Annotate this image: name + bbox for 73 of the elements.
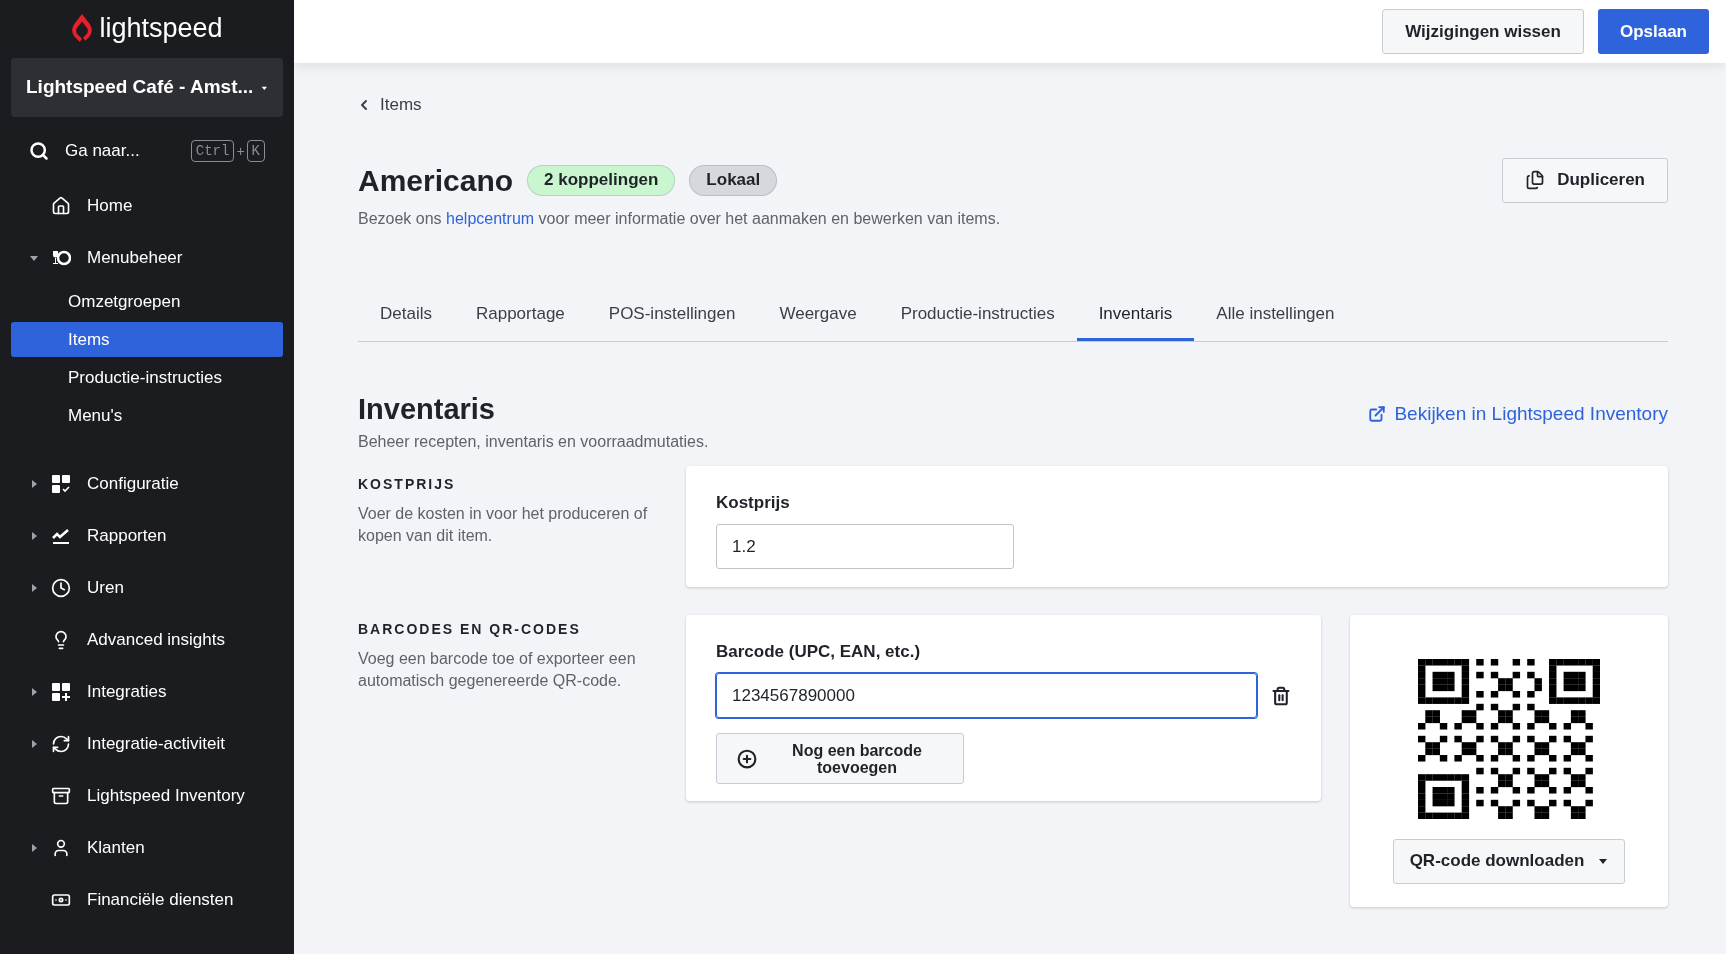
- section-title: Inventaris: [358, 391, 496, 426]
- field-label: Kostprijs: [716, 491, 791, 514]
- nav-item[interactable]: Configuratie: [11, 458, 283, 510]
- tab[interactable]: POS-instellingen: [586, 290, 758, 341]
- nav-subitem[interactable]: Productie-instructies: [11, 360, 283, 395]
- sync-icon: [51, 734, 71, 754]
- caret-icon: [29, 531, 39, 541]
- nav-item[interactable]: Rapporten: [11, 510, 283, 562]
- page-title: Americano: [358, 162, 514, 199]
- chart-line-icon: [51, 526, 71, 546]
- nav-subitem[interactable]: Menu's: [11, 398, 283, 433]
- search-icon: [29, 141, 49, 161]
- section-heading: KOSTPRIJS: [358, 474, 457, 494]
- external-link-icon: [1368, 404, 1387, 423]
- flame-logo-icon: [71, 13, 94, 43]
- plate-glass-icon: [51, 248, 71, 268]
- nav-item[interactable]: Integratie-activiteit: [11, 718, 283, 770]
- nav-item[interactable]: Advanced insights: [11, 614, 283, 666]
- help-center-link[interactable]: helpcentrum: [446, 209, 535, 227]
- qr-download-button[interactable]: QR-code downloaden: [1392, 838, 1626, 884]
- section-description: Voeg een barcode toe of exporteer een automatisch gegenereerde QR-code.: [358, 648, 637, 691]
- nav-subitem[interactable]: Omzetgroepen: [11, 284, 283, 319]
- nav-item[interactable]: Integraties: [11, 666, 283, 718]
- caret-icon: [1598, 856, 1609, 866]
- plus-circle-icon: [737, 748, 757, 769]
- tab[interactable]: Weergave: [757, 290, 879, 341]
- back-link[interactable]: Items: [356, 92, 1668, 118]
- brand-name: lightspeed: [99, 14, 223, 42]
- tab[interactable]: Rapportage: [453, 290, 587, 341]
- caret-icon: [29, 253, 39, 263]
- tab[interactable]: Details: [358, 290, 454, 341]
- nav-item[interactable]: Financiële diensten: [11, 874, 283, 926]
- copy-icon: [1525, 170, 1546, 190]
- home-icon: [51, 196, 71, 216]
- shortcut-key: Ctrl: [190, 140, 235, 162]
- tab[interactable]: Alle instellingen: [1194, 290, 1357, 341]
- caret-icon: [29, 739, 39, 749]
- caret-icon: [29, 479, 39, 489]
- archive-icon: [51, 786, 71, 806]
- nav-item[interactable]: Uren: [11, 562, 283, 614]
- search-label[interactable]: Ga naar...: [65, 138, 140, 164]
- nav-subitem[interactable]: Items: [11, 322, 283, 357]
- nav-item[interactable]: Menubeheer: [11, 232, 283, 284]
- grid-check-icon: [51, 474, 71, 494]
- nav-item[interactable]: Home: [11, 180, 283, 232]
- add-barcode-button[interactable]: Nog een barcode toevoegen: [716, 733, 964, 784]
- nav-item[interactable]: Klanten: [11, 822, 283, 874]
- delete-icon[interactable]: [1271, 685, 1291, 706]
- help-text: Bezoek ons helpcentrum voor meer informatie over het aanmaken en bewerken van items.: [358, 208, 1002, 229]
- grid-plus-icon: [51, 682, 71, 702]
- save-button[interactable]: Opslaan: [1597, 9, 1709, 54]
- tab[interactable]: Productie-instructies: [878, 290, 1077, 341]
- caret-icon: [29, 583, 39, 593]
- caret-icon: [29, 843, 39, 853]
- plus-sign: +: [236, 141, 245, 161]
- section-description: Voer de kosten in voor het produceren of kopen van dit item.: [358, 503, 649, 546]
- nav-item[interactable]: Lightspeed Inventory: [11, 770, 283, 822]
- barcode-input[interactable]: 1234567890000: [716, 673, 1258, 718]
- external-inventory-link[interactable]: Bekijken in Lightspeed Inventory: [1368, 399, 1668, 428]
- discard-button[interactable]: Wijzigingen wissen: [1382, 9, 1584, 54]
- caret-icon: [29, 687, 39, 697]
- section-heading: BARCODES EN QR-CODES: [358, 619, 582, 639]
- user-icon: [51, 838, 71, 858]
- status-badge: 2 koppelingen: [527, 164, 676, 196]
- tab[interactable]: Inventaris: [1076, 290, 1195, 341]
- duplicate-button[interactable]: Dupliceren: [1502, 157, 1668, 203]
- clock-icon: [51, 578, 71, 598]
- shortcut-key: K: [246, 140, 265, 162]
- location-selector[interactable]: Lightspeed Café - Amst...: [11, 58, 283, 117]
- field-label: Barcode (UPC, EAN, etc.): [716, 640, 922, 663]
- section-subtitle: Beheer recepten, inventaris en voorraadmutaties.: [358, 431, 709, 452]
- status-badge: Lokaal: [689, 164, 778, 196]
- cost-input[interactable]: 1.2: [716, 524, 1014, 569]
